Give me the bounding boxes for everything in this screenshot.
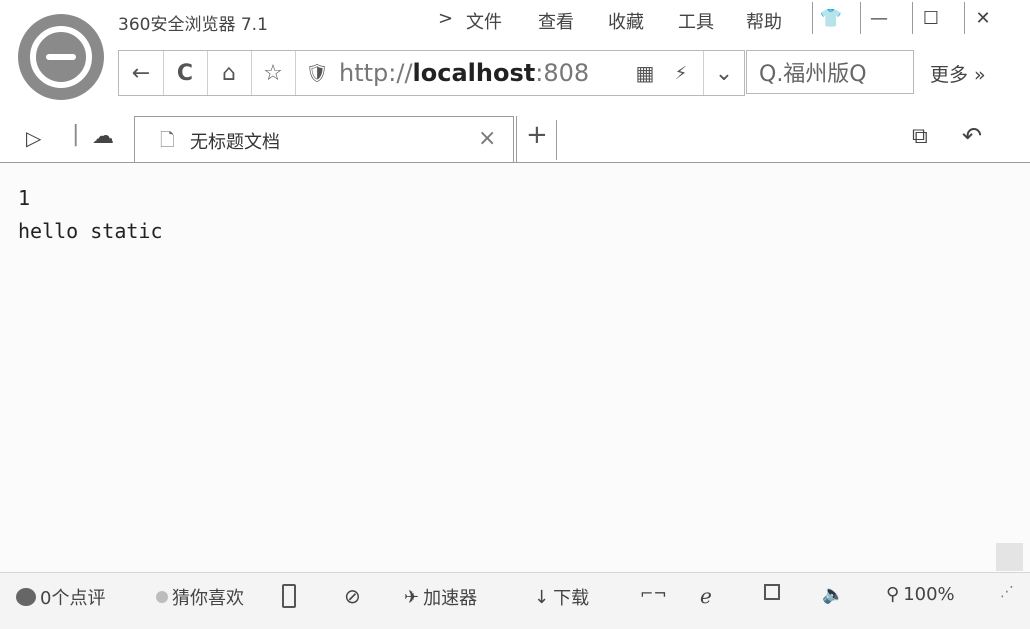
- mobile-item[interactable]: [282, 584, 296, 608]
- guess-dot-icon: [156, 591, 168, 603]
- url-input[interactable]: http://localhost:808: [339, 59, 589, 87]
- scrollbar-corner: [996, 543, 1023, 571]
- back-button[interactable]: ←: [119, 51, 164, 95]
- accelerator-label: 加速器: [423, 588, 478, 609]
- screenshot-icon[interactable]: ⌐¬: [640, 584, 667, 603]
- restore-tabs-icon[interactable]: ⧉: [912, 124, 928, 149]
- browser-logo: [18, 14, 104, 100]
- url-dropdown-button[interactable]: ⌄: [704, 50, 745, 96]
- phone-icon: [282, 584, 296, 608]
- download-icon: ↓: [534, 586, 550, 608]
- guess-label: 猜你喜欢: [172, 588, 244, 609]
- reviews-label: 0个点评: [40, 588, 106, 609]
- reload-button[interactable]: C: [163, 51, 208, 95]
- resize-grip-icon[interactable]: ⋰: [1000, 584, 1014, 600]
- download-label: 下载: [553, 588, 590, 609]
- tab-title: 无标题文档: [190, 132, 280, 153]
- minimize-button[interactable]: —: [860, 2, 897, 34]
- menu-tools[interactable]: 工具: [678, 8, 714, 34]
- cloud-icon[interactable]: ☁: [92, 124, 114, 149]
- zoom-item[interactable]: ⚲ 100%: [886, 584, 955, 605]
- skin-icon[interactable]: 👕: [812, 2, 849, 34]
- apple-icon: [16, 588, 36, 606]
- content-line-2: hello static: [18, 219, 163, 243]
- ie-icon[interactable]: ℯ: [700, 584, 712, 608]
- sound-icon[interactable]: 🔈: [822, 584, 844, 605]
- separator: |: [72, 122, 80, 147]
- tab-divider-2: [556, 120, 557, 160]
- tab-close-button[interactable]: ×: [478, 126, 496, 151]
- maximize-button[interactable]: ☐: [912, 2, 949, 34]
- zoom-icon: ⚲: [886, 584, 900, 605]
- menu-view[interactable]: 查看: [538, 8, 574, 34]
- menu-help[interactable]: 帮助: [746, 8, 782, 34]
- search-box[interactable]: Q.福州版Q: [746, 50, 914, 94]
- undo-close-icon[interactable]: ↶: [962, 122, 982, 150]
- reviews-item[interactable]: 0个点评: [16, 584, 105, 610]
- guess-like-item[interactable]: 猜你喜欢: [156, 584, 244, 610]
- window-icon[interactable]: [764, 584, 780, 600]
- menu-favorites[interactable]: 收藏: [608, 8, 644, 34]
- lightning-icon[interactable]: ⚡: [659, 51, 704, 95]
- rocket-icon: ✈: [404, 586, 420, 608]
- close-button[interactable]: ✕: [964, 2, 1001, 34]
- download-item[interactable]: ↓ 下载: [534, 584, 589, 610]
- page-content: 1 hello static: [18, 182, 163, 248]
- logo-e-icon: [30, 26, 92, 88]
- more-button[interactable]: 更多 »: [930, 60, 986, 87]
- home-button[interactable]: ⌂: [207, 51, 252, 95]
- speedometer-icon[interactable]: ⊘: [344, 584, 361, 608]
- sidebar-toggle-icon[interactable]: ▷: [26, 126, 41, 150]
- document-icon: 🗋: [160, 130, 175, 151]
- url-host: localhost: [412, 59, 536, 87]
- zoom-label: 100%: [903, 584, 955, 605]
- content-line-1: 1: [18, 186, 31, 210]
- address-bar: ← C ⌂ ☆ 🛡 http://localhost:808 ▦ ⚡: [118, 50, 714, 96]
- window-title: 360安全浏览器 7.1: [118, 15, 268, 35]
- url-prefix: http://: [339, 59, 413, 87]
- new-tab-button[interactable]: +: [526, 120, 548, 150]
- status-bar: [0, 572, 1030, 629]
- tab-divider: [516, 116, 517, 162]
- url-port: :808: [535, 59, 590, 87]
- menu-expand[interactable]: >: [438, 8, 453, 29]
- shield-icon: 🛡: [305, 62, 329, 84]
- favorite-button[interactable]: ☆: [251, 51, 296, 95]
- menu-file[interactable]: 文件: [466, 8, 502, 34]
- accelerator-item[interactable]: ✈ 加速器: [404, 584, 477, 610]
